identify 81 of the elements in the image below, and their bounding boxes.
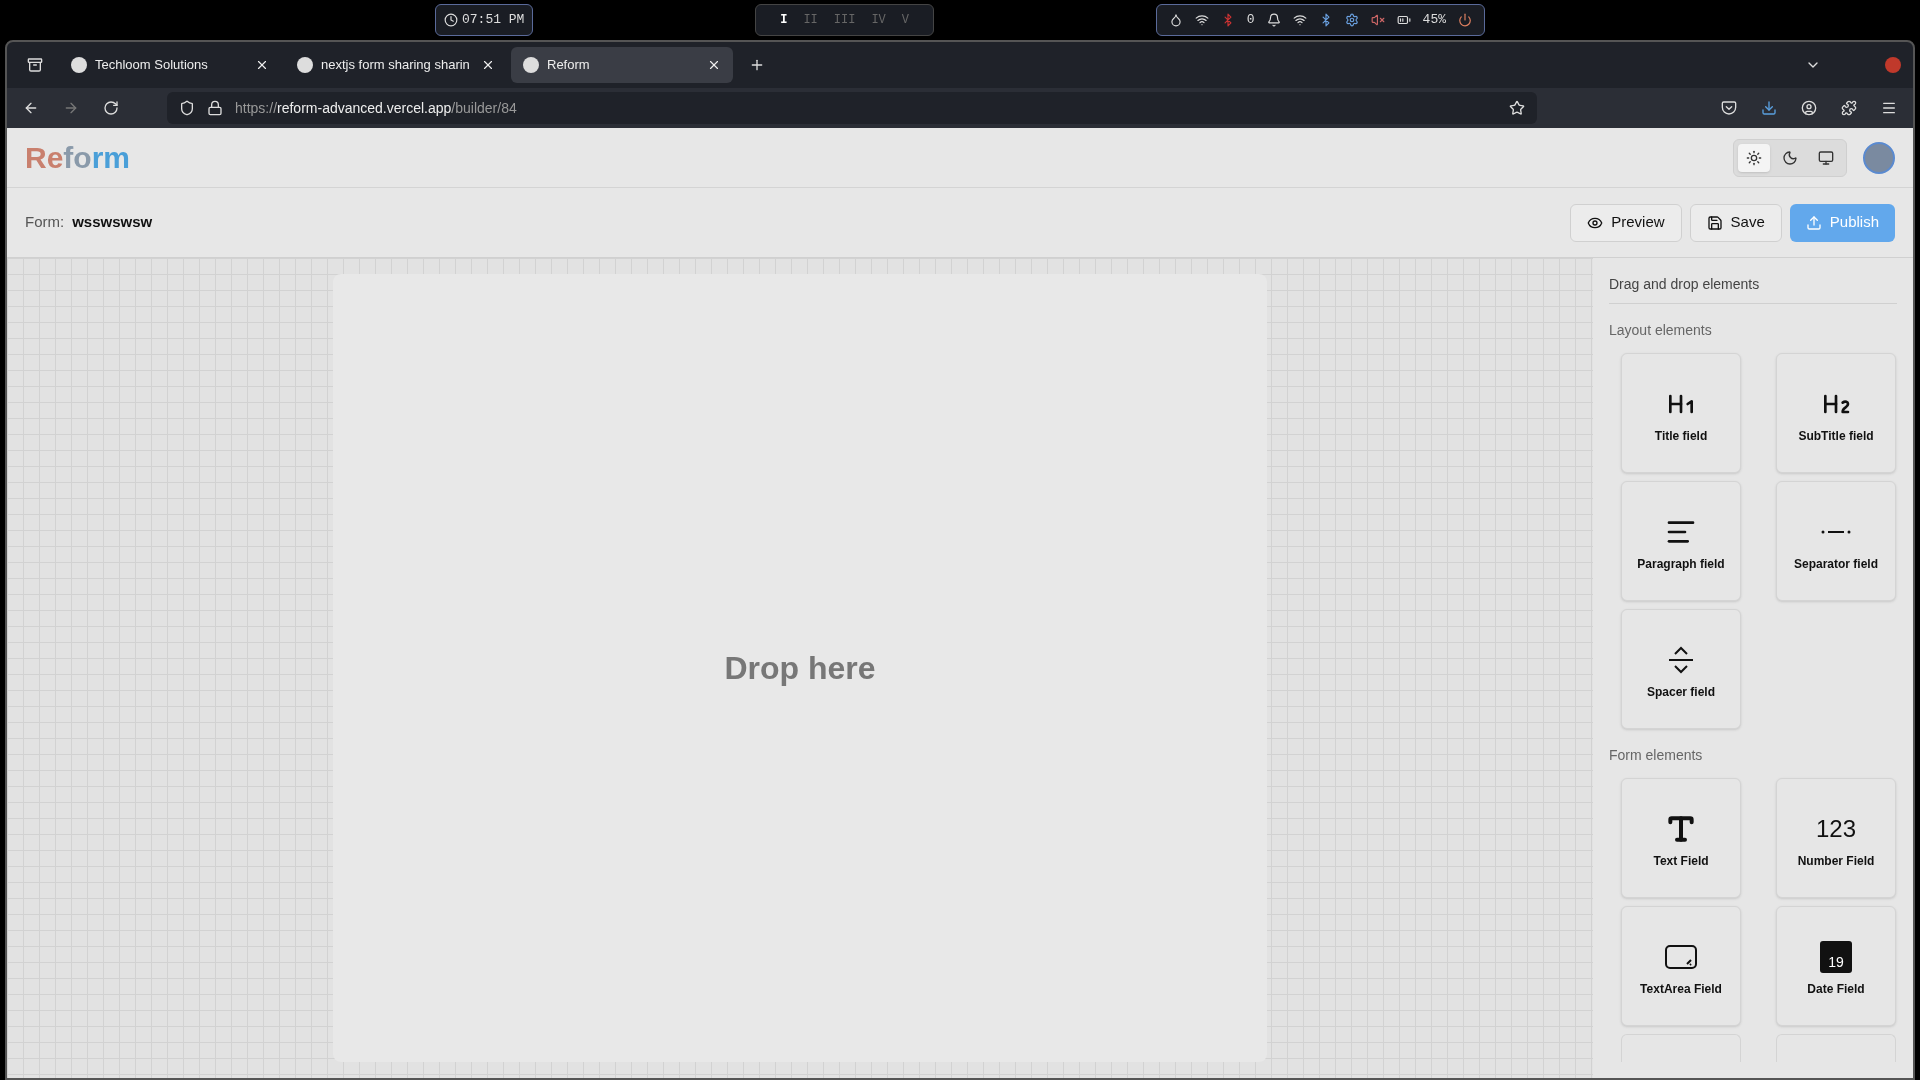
back-icon[interactable]	[23, 100, 39, 116]
download-icon[interactable]	[1761, 100, 1777, 116]
element-tile[interactable]: Paragraph field	[1621, 481, 1741, 601]
element-tile[interactable]: Separator field	[1776, 481, 1896, 601]
tile-label: SubTitle field	[1798, 428, 1874, 444]
tile-label: Paragraph field	[1637, 556, 1725, 572]
tile-label: Text Field	[1653, 853, 1709, 869]
tile-label: Number Field	[1797, 853, 1875, 869]
save-button[interactable]: Save	[1689, 203, 1782, 242]
separator-icon	[1821, 528, 1851, 536]
forward-icon[interactable]	[63, 100, 79, 116]
tile-label: Separator field	[1794, 556, 1878, 572]
element-tile[interactable]: 123 Number Field	[1776, 778, 1896, 898]
mute-icon	[1370, 13, 1385, 27]
sidebar-title: Drag and drop elements	[1609, 274, 1897, 304]
notification-count: 0	[1246, 11, 1255, 30]
new-tab-icon[interactable]	[749, 57, 765, 73]
browser-tab[interactable]: Techloom Solutions	[59, 47, 281, 83]
shield-icon	[179, 100, 195, 116]
text-icon	[1665, 813, 1697, 845]
close-icon[interactable]	[255, 58, 269, 72]
battery-level: 45%	[1422, 11, 1446, 30]
tab-title: nextjs form sharing sharin	[321, 56, 471, 75]
calendar-icon: 19	[1820, 941, 1852, 973]
sun-icon	[1746, 149, 1762, 166]
form-label: Form:	[25, 212, 65, 233]
spacer-icon	[1667, 645, 1695, 675]
element-tile[interactable]: Text Field	[1621, 778, 1741, 898]
light-mode-button[interactable]	[1738, 143, 1770, 172]
tile-label: Spacer field	[1647, 684, 1715, 700]
close-icon[interactable]	[707, 58, 721, 72]
drop-zone[interactable]: Drop here	[333, 274, 1267, 1062]
bell-icon	[1266, 13, 1281, 27]
tab-favicon-icon	[297, 57, 313, 73]
tab-list-icon[interactable]	[27, 57, 43, 73]
tile-label: TextArea Field	[1640, 981, 1722, 997]
element-tile[interactable]: Title field	[1621, 353, 1741, 473]
moon-icon	[1782, 149, 1798, 166]
preview-button[interactable]: Preview	[1570, 203, 1682, 242]
app-logo: Reform	[25, 140, 131, 176]
workspace-button[interactable]: I	[780, 11, 788, 29]
droplet-icon	[1168, 13, 1183, 27]
wifi-icon	[1292, 13, 1307, 27]
account-icon[interactable]	[1801, 100, 1817, 116]
element-tile[interactable]: TextArea Field	[1621, 906, 1741, 1026]
tab-title: Techloom Solutions	[95, 56, 209, 75]
element-tile[interactable]: Spacer field	[1621, 609, 1741, 729]
power-icon	[1458, 13, 1472, 27]
settings-icon	[1344, 13, 1359, 27]
tab-favicon-icon	[71, 57, 87, 73]
url-text: https://reform-advanced.vercel.app/builder/84	[235, 98, 518, 118]
pocket-icon[interactable]	[1721, 100, 1737, 116]
battery-icon	[1396, 13, 1411, 27]
monitor-icon	[1818, 149, 1834, 166]
bookmark-star-icon[interactable]	[1509, 100, 1525, 116]
drop-hint: Drop here	[724, 649, 876, 688]
browser-tab[interactable]: Reform	[511, 47, 733, 83]
menu-icon[interactable]	[1881, 100, 1897, 116]
tab-title: Reform	[547, 56, 591, 75]
reload-icon[interactable]	[103, 100, 119, 116]
close-icon[interactable]	[481, 58, 495, 72]
tile-label: Date Field	[1807, 981, 1865, 997]
url-field[interactable]: https://reform-advanced.vercel.app/builder/84	[167, 92, 1537, 124]
section-title: Form elements	[1609, 746, 1704, 765]
upload-icon	[1805, 214, 1822, 231]
form-name: wsswswsw	[72, 212, 153, 233]
number-icon: 123	[1815, 813, 1856, 845]
element-tile[interactable]: SubTitle field	[1776, 353, 1896, 473]
section-title: Layout elements	[1609, 321, 1713, 340]
avatar[interactable]	[1863, 141, 1895, 174]
clock-icon	[444, 13, 458, 27]
tile-label: Title field	[1654, 428, 1708, 444]
extensions-icon[interactable]	[1841, 100, 1857, 116]
wifi-icon	[1194, 13, 1209, 27]
textarea-icon	[1665, 945, 1697, 969]
browser-tab[interactable]: nextjs form sharing sharin	[285, 47, 507, 83]
lock-icon	[207, 100, 223, 116]
save-icon	[1706, 214, 1723, 231]
clock-pill: 07:51 PM	[435, 4, 534, 36]
element-tile[interactable]: 19 Date Field	[1776, 906, 1896, 1026]
tab-favicon-icon	[523, 57, 539, 73]
